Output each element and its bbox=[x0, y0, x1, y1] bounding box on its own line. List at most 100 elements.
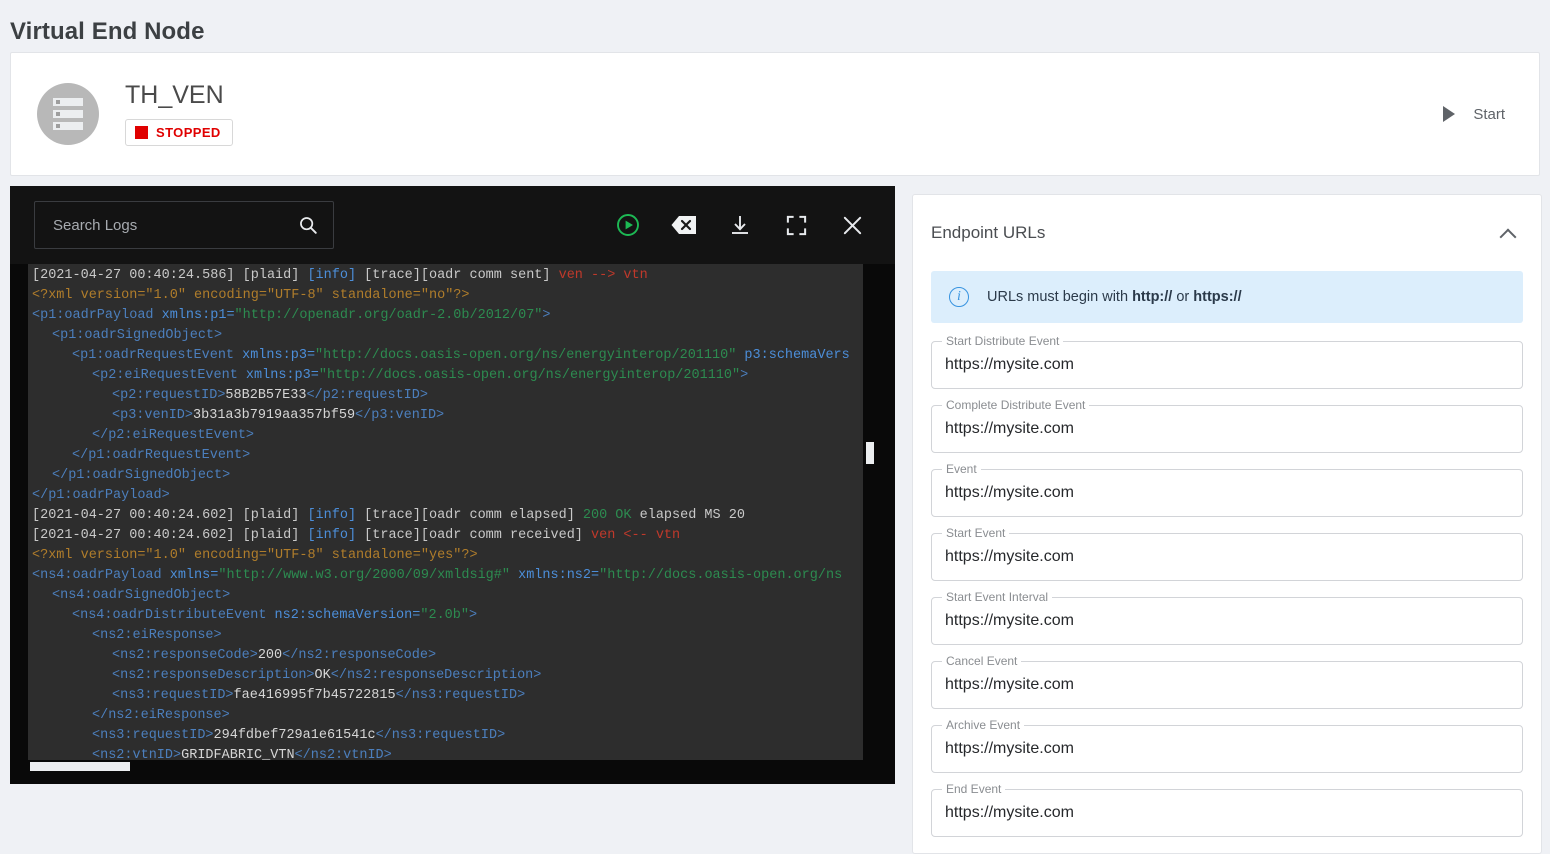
endpoint-field[interactable]: Start Distribute Event bbox=[931, 333, 1523, 389]
log-token: </ns2:responseCode> bbox=[282, 648, 437, 663]
log-line: <ns4:oadrPayload xmlns="http://www.w3.or… bbox=[28, 566, 877, 586]
log-token: > bbox=[542, 308, 551, 323]
chevron-up-icon[interactable] bbox=[1501, 228, 1517, 238]
log-token: <ns4:oadrSignedObject> bbox=[52, 588, 231, 603]
log-token: elapsed MS 20 bbox=[631, 508, 745, 523]
log-token: 200 bbox=[257, 648, 283, 663]
log-token: > bbox=[468, 608, 478, 623]
log-line: <p3:venID>3b31a3b7919aa357bf59</p3:venID… bbox=[28, 406, 877, 426]
close-console-button[interactable] bbox=[839, 212, 865, 238]
log-token: ven <-- vtn bbox=[591, 528, 681, 543]
log-line: <ns4:oadrSignedObject> bbox=[28, 586, 877, 606]
log-token: [trace][oadr comm elapsed] bbox=[356, 508, 583, 523]
log-token: "http://docs.oasis-open.org/ns/energyint… bbox=[315, 348, 737, 363]
endpoint-url-input[interactable] bbox=[931, 533, 1523, 581]
endpoint-field[interactable]: Cancel Event bbox=[931, 653, 1523, 709]
log-token: xmlns:ns2= bbox=[510, 568, 600, 583]
log-line: <p1:oadrPayload xmlns:p1="http://openadr… bbox=[28, 306, 877, 326]
log-token: <ns2:responseCode> bbox=[112, 648, 258, 663]
search-logs-box[interactable] bbox=[34, 201, 334, 249]
log-token: 294fdbef729a1e61541c bbox=[213, 728, 376, 743]
log-vertical-scroll-thumb[interactable] bbox=[866, 442, 874, 464]
log-token: <p3:venID> bbox=[112, 408, 194, 423]
endpoint-field[interactable]: Start Event bbox=[931, 525, 1523, 581]
log-token: </p2:requestID> bbox=[306, 388, 428, 403]
console-toolbar bbox=[10, 186, 895, 264]
log-token: </ns3:requestID> bbox=[375, 728, 506, 743]
log-token: </p1:oadrPayload> bbox=[32, 488, 170, 503]
log-token: [2021-04-27 00:40:24.602] [plaid] bbox=[32, 528, 308, 543]
endpoint-url-input[interactable] bbox=[931, 469, 1523, 517]
endpoint-url-input[interactable] bbox=[931, 725, 1523, 773]
banner-scheme-http: http:// bbox=[1132, 289, 1173, 305]
log-line: <ns2:responseCode>200</ns2:responseCode> bbox=[28, 646, 877, 666]
log-line: </p1:oadrRequestEvent> bbox=[28, 446, 877, 466]
log-token: <p2:requestID> bbox=[112, 388, 226, 403]
endpoint-url-input[interactable] bbox=[931, 597, 1523, 645]
server-storage-icon bbox=[37, 83, 99, 145]
log-line: <p2:eiRequestEvent xmlns:p3="http://docs… bbox=[28, 366, 877, 386]
banner-middle: or bbox=[1172, 289, 1194, 305]
log-token: 3b31a3b7919aa357bf59 bbox=[193, 408, 356, 423]
log-token: [trace][oadr comm sent] bbox=[356, 268, 559, 283]
log-token: [info] bbox=[307, 528, 357, 543]
log-token: <ns3:requestID> bbox=[112, 688, 234, 703]
log-token: <ns2:responseDescription> bbox=[112, 668, 315, 683]
log-line: </p2:eiRequestEvent> bbox=[28, 426, 877, 446]
endpoint-field[interactable]: Archive Event bbox=[931, 717, 1523, 773]
run-logs-button[interactable] bbox=[615, 212, 641, 238]
log-token: <p1:oadrSignedObject> bbox=[52, 328, 223, 343]
endpoint-url-input[interactable] bbox=[931, 661, 1523, 709]
search-input[interactable] bbox=[51, 215, 297, 235]
log-token: <?xml version= bbox=[32, 288, 146, 303]
log-token: <ns4:oadrDistributeEvent bbox=[72, 608, 267, 623]
log-output: [2021-04-27 00:40:24.586] [plaid] [info]… bbox=[28, 264, 877, 766]
log-token: [info] bbox=[307, 268, 357, 283]
search-icon[interactable] bbox=[297, 214, 319, 236]
log-line: <p1:oadrRequestEvent xmlns:p3="http://do… bbox=[28, 346, 877, 366]
log-token: <?xml version="1.0" encoding="UTF-8" sta… bbox=[32, 548, 478, 563]
log-horizontal-scrollbar[interactable] bbox=[28, 760, 877, 772]
log-line: <p2:requestID>58B2B57E33</p2:requestID> bbox=[28, 386, 877, 406]
endpoint-field[interactable]: Start Event Interval bbox=[931, 589, 1523, 645]
endpoint-urls-panel: Endpoint URLs i URLs must begin with htt… bbox=[912, 194, 1542, 854]
log-token: ven --> vtn bbox=[558, 268, 648, 283]
clear-logs-button[interactable] bbox=[671, 212, 697, 238]
log-line: </ns2:eiResponse> bbox=[28, 706, 877, 726]
endpoint-field[interactable]: Event bbox=[931, 461, 1523, 517]
log-token: <ns3:requestID> bbox=[92, 728, 214, 743]
endpoint-url-input[interactable] bbox=[931, 405, 1523, 453]
start-button[interactable]: Start bbox=[1443, 106, 1505, 123]
url-scheme-banner-text: URLs must begin with http:// or https:// bbox=[987, 289, 1242, 305]
banner-scheme-https: https:// bbox=[1193, 289, 1242, 305]
log-horizontal-scroll-thumb[interactable] bbox=[30, 762, 130, 771]
log-token: <p1:oadrRequestEvent bbox=[72, 348, 235, 363]
endpoint-panel-header[interactable]: Endpoint URLs bbox=[913, 195, 1541, 271]
log-token: </ns2:eiResponse> bbox=[92, 708, 230, 723]
endpoint-url-input[interactable] bbox=[931, 341, 1523, 389]
endpoint-field[interactable]: Complete Distribute Event bbox=[931, 397, 1523, 453]
log-token: > bbox=[740, 368, 749, 383]
log-line: </p1:oadrSignedObject> bbox=[28, 466, 877, 486]
fullscreen-button[interactable] bbox=[783, 212, 809, 238]
log-token: <p1:oadrPayload bbox=[32, 308, 154, 323]
log-line: <ns3:requestID>fae416995f7b45722815</ns3… bbox=[28, 686, 877, 706]
log-line: [2021-04-27 00:40:24.602] [plaid] [info]… bbox=[28, 506, 877, 526]
status-label: STOPPED bbox=[156, 125, 221, 141]
log-line: <ns3:requestID>294fdbef729a1e61541c</ns3… bbox=[28, 726, 877, 746]
log-token: "http://docs.oasis-open.org/ns bbox=[599, 568, 843, 583]
endpoint-url-input[interactable] bbox=[931, 789, 1523, 837]
log-lines-container: [2021-04-27 00:40:24.586] [plaid] [info]… bbox=[28, 264, 877, 766]
download-logs-button[interactable] bbox=[727, 212, 753, 238]
log-line: <?xml version="1.0" encoding="UTF-8" sta… bbox=[28, 546, 877, 566]
log-token: "http://www.w3.org/2000/09/xmldsig#" bbox=[218, 568, 510, 583]
log-token: ns2:schemaVersion= bbox=[266, 608, 421, 623]
log-token: <ns4:oadrPayload bbox=[32, 568, 162, 583]
endpoint-fields: Start Distribute Event Complete Distribut… bbox=[913, 323, 1541, 837]
play-triangle-icon bbox=[1443, 106, 1456, 122]
console-actions bbox=[615, 212, 865, 238]
log-token: 58B2B57E33 bbox=[225, 388, 307, 403]
log-line: </p1:oadrPayload> bbox=[28, 486, 877, 506]
endpoint-field[interactable]: End Event bbox=[931, 781, 1523, 837]
log-vertical-scrollbar[interactable] bbox=[863, 264, 877, 766]
